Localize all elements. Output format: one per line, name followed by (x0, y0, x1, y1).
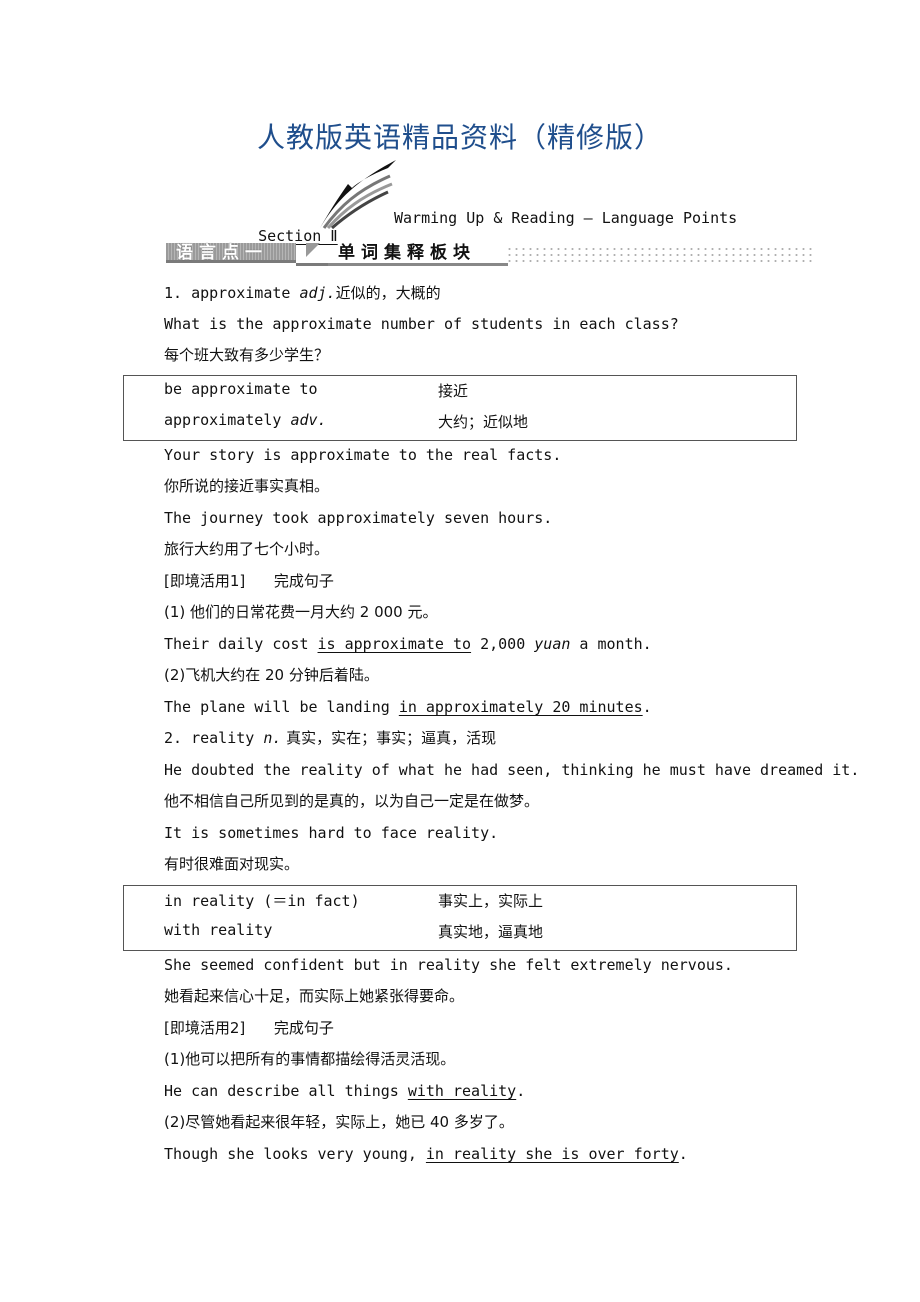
example-en: What is the approximate number of studen… (164, 315, 679, 333)
exercise-prompt: (1) 他们的日常花费一月大约 2 000 元。 (164, 603, 438, 621)
exercise-task: 完成句子 (273, 1019, 334, 1037)
answer-prefix: He can describe all things (164, 1082, 408, 1100)
banner-tag: 语言点一 (166, 243, 296, 263)
answer-blank: with reality (407, 1082, 517, 1100)
exercise-answer-line: He can describe all things with reality. (164, 1081, 525, 1101)
example-en: She seemed confident but in reality she … (164, 956, 733, 974)
example-zh: 每个班大致有多少学生？ (164, 346, 330, 364)
entry-meaning: 近似的，大概的 (335, 284, 441, 302)
exercise-answer-line: Their daily cost is approximate to 2,000… (164, 634, 652, 654)
document-title: 人教版英语精品资料（精修版） (256, 121, 663, 154)
phrase-pos: adv. (290, 411, 327, 429)
exercise-header: [即境活用2] 完成句子 (164, 1018, 334, 1038)
phrase-meaning: 事实上，实际上 (438, 892, 544, 910)
example-zh: 他不相信自己所见到的是真的，以为自己一定是在做梦。 (164, 792, 540, 810)
entry-headline: 2. reality n. 真实，实在；事实；逼真，活现 (164, 728, 496, 748)
language-point-banner: 语言点一 单词集释板块 (166, 240, 816, 268)
example-zh: 有时很难面对现实。 (164, 855, 300, 873)
phrase-row: approximately adv. 大约；近似地 (164, 411, 528, 431)
banner-dot-pattern (506, 246, 816, 264)
banner-heading: 单词集释板块 (338, 243, 476, 263)
answer-blank: is approximate to (317, 635, 472, 653)
exercise-answer-line: The plane will be landing in approximate… (164, 697, 652, 717)
answer-suffix: . (516, 1082, 526, 1100)
answer-prefix: The plane will be landing (164, 698, 399, 716)
answer-blank: in reality she is over forty (425, 1145, 679, 1163)
answer-suffix: . (678, 1145, 688, 1163)
entry-headline: 1. approximate adj.近似的，大概的 (164, 283, 441, 303)
phrase-meaning: 大约；近似地 (438, 413, 529, 431)
example-zh: 你所说的接近事实真相。 (164, 477, 330, 495)
entry-number: 1. (164, 284, 192, 302)
exercise-label: [即境活用1] (164, 572, 246, 590)
exercise-answer-line: Though she looks very young, in reality … (164, 1144, 688, 1164)
phrase-row: with reality 真实地，逼真地 (164, 921, 543, 941)
exercise-task: 完成句子 (273, 572, 334, 590)
answer-suffix: a month. (570, 635, 652, 653)
entry-meaning: 真实，实在；事实；逼真，活现 (281, 729, 497, 747)
phrase-box: be approximate to 接近 approximately adv. 大约… (123, 375, 797, 441)
entry-word: reality (191, 729, 264, 747)
example-en: It is sometimes hard to face reality. (164, 824, 499, 842)
phrase-box: in reality (＝in fact) 事实上，实际上 with realit… (123, 885, 797, 951)
phrase-text: with reality (164, 921, 273, 939)
banner-notch-decoration (296, 243, 328, 266)
entry-pos: n. (263, 729, 282, 747)
phrase-text: in reality (＝in fact) (164, 892, 360, 910)
phrase-text: be approximate to (164, 380, 318, 398)
answer-prefix: Their daily cost (164, 635, 318, 653)
phrase-row: in reality (＝in fact) 事实上，实际上 (164, 890, 543, 911)
example-zh: 旅行大约用了七个小时。 (164, 540, 330, 558)
phrase-meaning: 真实地，逼真地 (438, 923, 544, 941)
entry-pos: adj. (299, 284, 336, 302)
phrase-text: approximately (164, 411, 291, 429)
answer-suffix: . (642, 698, 652, 716)
phrase-row: be approximate to 接近 (164, 380, 468, 400)
exercise-prompt: (2)飞机大约在 20 分钟后着陆。 (164, 666, 379, 684)
answer-blank: in approximately 20 minutes (398, 698, 643, 716)
answer-suffix-italic: yuan (534, 635, 571, 653)
exercise-prompt: (1)他可以把所有的事情都描绘得活灵活现。 (164, 1050, 456, 1068)
exercise-header: [即境活用1] 完成句子 (164, 571, 334, 591)
phrase-meaning: 接近 (438, 382, 469, 400)
example-en: Your story is approximate to the real fa… (164, 446, 562, 464)
entry-number: 2. (164, 729, 192, 747)
example-en: He doubted the reality of what he had se… (164, 761, 860, 779)
exercise-prompt: (2)尽管她看起来很年轻，实际上，她已 40 多岁了。 (164, 1113, 514, 1131)
exercise-label: [即境活用2] (164, 1019, 246, 1037)
section-title: Warming Up & Reading — Language Points (394, 209, 738, 227)
entry-word: approximate (191, 284, 300, 302)
answer-prefix: Though she looks very young, (164, 1145, 426, 1163)
answer-suffix: 2,000 (471, 635, 535, 653)
example-en: The journey took approximately seven hou… (164, 509, 553, 527)
example-zh: 她看起来信心十足，而实际上她紧张得要命。 (164, 987, 465, 1005)
